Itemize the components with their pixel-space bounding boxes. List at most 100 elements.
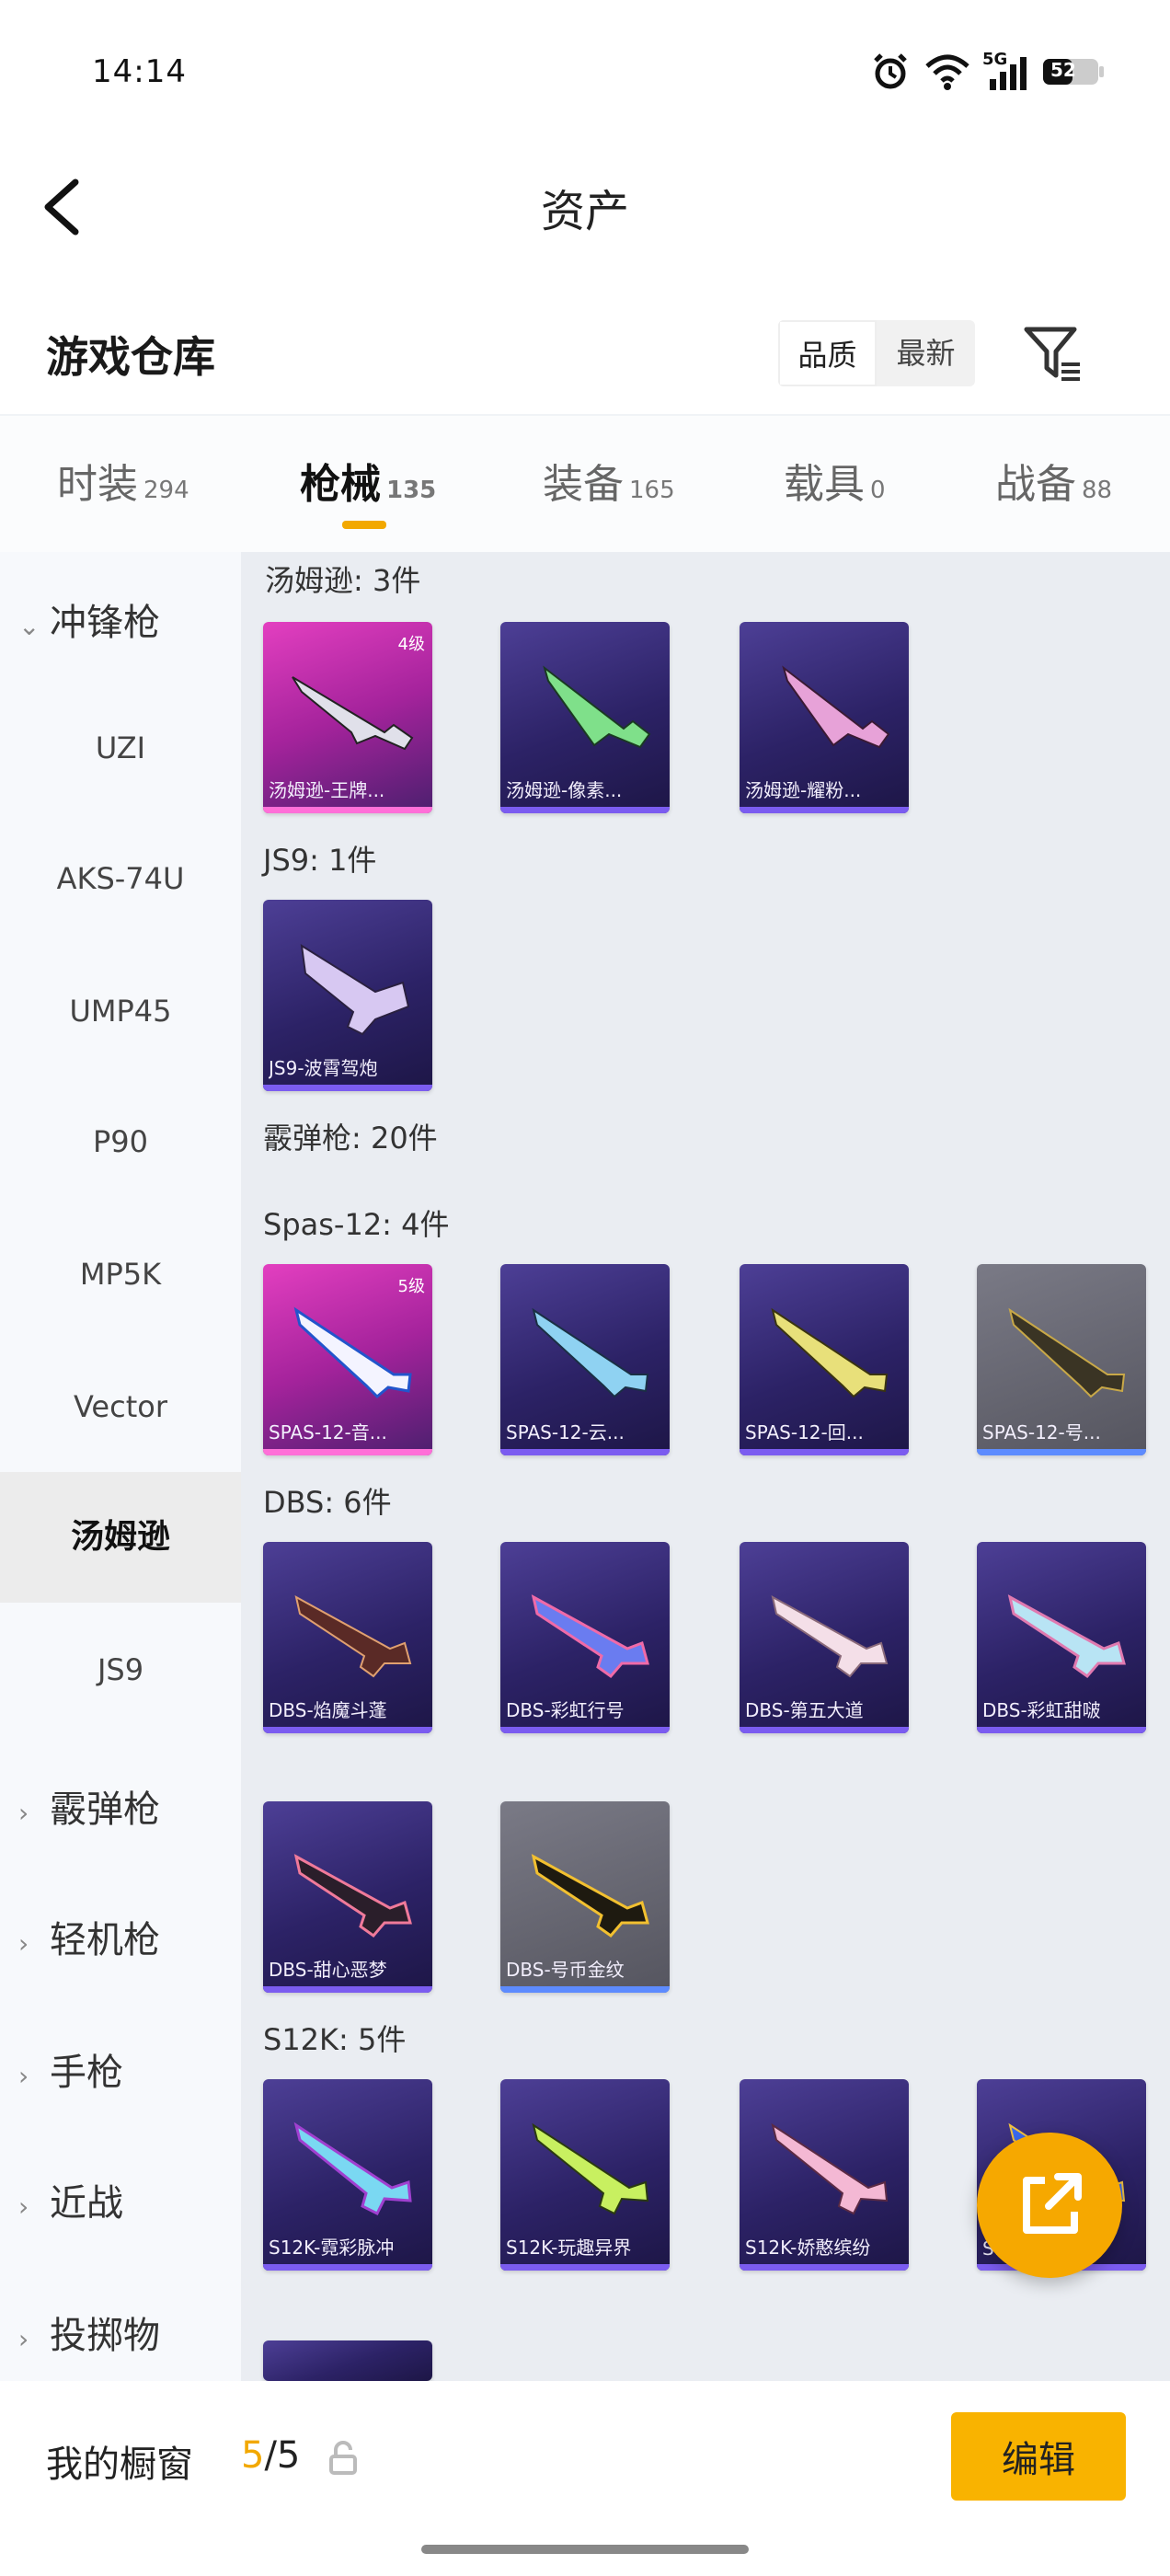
- edit-button[interactable]: 编辑: [951, 2412, 1126, 2501]
- skin-card[interactable]: JS9-波霄驾炮: [263, 900, 432, 1091]
- skin-name: DBS-甜心恶梦: [269, 1959, 387, 1981]
- sidebar-group-pistol[interactable]: › 手枪: [18, 2042, 123, 2096]
- skin-level: 4级: [397, 635, 425, 654]
- sort-quality-button[interactable]: 品质: [778, 320, 877, 386]
- chevron-right-icon: ›: [18, 2061, 29, 2091]
- filter-icon[interactable]: [1023, 324, 1082, 383]
- skin-card[interactable]: DBS-第五大道: [740, 1542, 909, 1733]
- skin-name: DBS-第五大道: [745, 1699, 864, 1721]
- sidebar-group-label: 手枪: [50, 2052, 123, 2094]
- home-indicator[interactable]: [421, 2545, 749, 2554]
- skin-name: SPAS-12-云...: [506, 1421, 625, 1443]
- skin-card[interactable]: DBS-甜心恶梦: [263, 1801, 432, 1993]
- skin-card[interactable]: DBS-彩虹甜啵: [977, 1542, 1146, 1733]
- skin-name: 汤姆逊-耀粉...: [745, 779, 862, 801]
- skin-name: 汤姆逊-像素...: [506, 779, 623, 801]
- status-time: 14:14: [92, 53, 187, 90]
- showcase-count-current: 5: [241, 2434, 265, 2477]
- skin-name: SPAS-12-音...: [269, 1421, 387, 1443]
- share-button[interactable]: [977, 2133, 1122, 2278]
- chevron-right-icon: ›: [18, 2324, 29, 2354]
- weapon-icon: [300, 944, 410, 1036]
- skin-card[interactable]: S12K-娇憨缤纷: [740, 2079, 909, 2271]
- lock-icon: [329, 2441, 357, 2475]
- skin-card[interactable]: SPAS-12-回...: [740, 1264, 909, 1455]
- skin-card[interactable]: DBS-焰魔斗蓬: [263, 1542, 432, 1733]
- alarm-icon: [874, 53, 907, 89]
- weapon-icon: [771, 1307, 889, 1398]
- sidebar-item-vector[interactable]: Vector: [0, 1341, 241, 1472]
- skin-card[interactable]: 5级 SPAS-12-音...: [263, 1264, 432, 1455]
- skin-level: 5级: [397, 1277, 425, 1296]
- sidebar-group-label: 冲锋枪: [50, 602, 160, 644]
- tab-active-indicator: [342, 521, 386, 529]
- skin-name: DBS-号币金纹: [506, 1959, 625, 1981]
- skin-card[interactable]: SPAS-12-号...: [977, 1264, 1146, 1455]
- tab-label: 战备: [995, 461, 1076, 508]
- sidebar-item-uzi[interactable]: UZI: [0, 683, 241, 813]
- skin-card[interactable]: DBS-彩虹行号: [500, 1542, 670, 1733]
- skin-card[interactable]: 汤姆逊-像素...: [500, 622, 670, 813]
- section-label: DBS: 6件: [263, 1485, 392, 1520]
- sidebar-item-thompson[interactable]: 汤姆逊: [0, 1472, 241, 1603]
- sidebar-item-js9[interactable]: JS9: [0, 1604, 241, 1735]
- skin-card[interactable]: DBS-号币金纹: [500, 1801, 670, 1993]
- section-label: 霰弹枪: 20件: [263, 1121, 438, 1156]
- tab-fashion[interactable]: 时装 294: [57, 451, 189, 510]
- sidebar-group-throwables[interactable]: › 投掷物: [18, 2306, 160, 2359]
- battery-level: 52: [1050, 59, 1076, 81]
- warehouse-title: 游戏仓库: [46, 332, 215, 382]
- skin-card[interactable]: 4级 汤姆逊-王牌...: [263, 622, 432, 813]
- tab-firearms[interactable]: 枪械 135: [300, 451, 436, 510]
- sort-newest-button[interactable]: 最新: [877, 320, 975, 386]
- sidebar-group-label: 近战: [50, 2182, 123, 2225]
- skin-name: DBS-彩虹甜啵: [982, 1699, 1101, 1721]
- sidebar-group-melee[interactable]: › 近战: [18, 2173, 123, 2226]
- weapon-icon: [293, 2122, 412, 2216]
- tab-vehicles[interactable]: 载具 0: [784, 451, 886, 510]
- tab-label: 载具: [784, 461, 865, 508]
- skin-name: SPAS-12-回...: [745, 1421, 864, 1443]
- tab-label: 枪械: [300, 461, 381, 508]
- sidebar-item-mp5k[interactable]: MP5K: [0, 1209, 241, 1340]
- skin-name: 汤姆逊-王牌...: [269, 779, 385, 801]
- section-label: JS9: 1件: [263, 843, 377, 878]
- skin-card[interactable]: [263, 2340, 432, 2381]
- skin-card[interactable]: S12K-玩趣异界: [500, 2079, 670, 2271]
- sidebar-group-shotgun[interactable]: › 霰弹枪: [18, 1779, 160, 1833]
- sidebar-item-ump45[interactable]: UMP45: [0, 946, 241, 1076]
- sidebar-group-lmg[interactable]: › 轻机枪: [18, 1910, 160, 1963]
- weapon-icon: [1008, 1307, 1126, 1398]
- sort-toggle: 品质 最新: [778, 320, 975, 386]
- weapon-icon: [1007, 1594, 1126, 1679]
- weapon-icon: [771, 2122, 889, 2215]
- weapon-icon: [294, 1595, 412, 1678]
- tab-count: 165: [629, 477, 675, 504]
- section-label: S12K: 5件: [263, 2022, 407, 2057]
- tab-supplies[interactable]: 战备 88: [995, 451, 1112, 510]
- share-icon: [1023, 2173, 1082, 2234]
- tab-count: 294: [143, 477, 189, 504]
- weapon-icon: [532, 2122, 649, 2215]
- tab-count: 88: [1082, 477, 1113, 504]
- weapon-icon: [293, 1854, 412, 1938]
- skin-name: S12K-霓彩脉冲: [269, 2237, 395, 2259]
- skin-card[interactable]: S12K-霓彩脉冲: [263, 2079, 432, 2271]
- skin-name: S12K-玩趣异界: [506, 2237, 632, 2259]
- skin-name: JS9-波霄驾炮: [269, 1057, 378, 1079]
- chevron-right-icon: ›: [18, 1798, 29, 1828]
- skin-card[interactable]: 汤姆逊-耀粉...: [740, 622, 909, 813]
- sidebar-item-p90[interactable]: P90: [0, 1076, 241, 1207]
- weapon-icon: [543, 665, 651, 749]
- skin-card[interactable]: SPAS-12-云...: [500, 1264, 670, 1455]
- tab-equipment[interactable]: 装备 165: [543, 451, 675, 510]
- sidebar-item-aks74u[interactable]: AKS-74U: [0, 813, 241, 944]
- tab-count: 135: [386, 477, 437, 504]
- weapon-icon: [782, 665, 890, 749]
- sidebar-group-smg[interactable]: ⌄ 冲锋枪: [18, 592, 160, 646]
- wifi-icon: [925, 54, 969, 90]
- sidebar-group-label: 霰弹枪: [50, 1788, 160, 1831]
- sidebar-group-label: 轻机枪: [50, 1919, 160, 1961]
- skin-name: DBS-彩虹行号: [506, 1699, 625, 1721]
- chevron-right-icon: ›: [18, 2191, 29, 2222]
